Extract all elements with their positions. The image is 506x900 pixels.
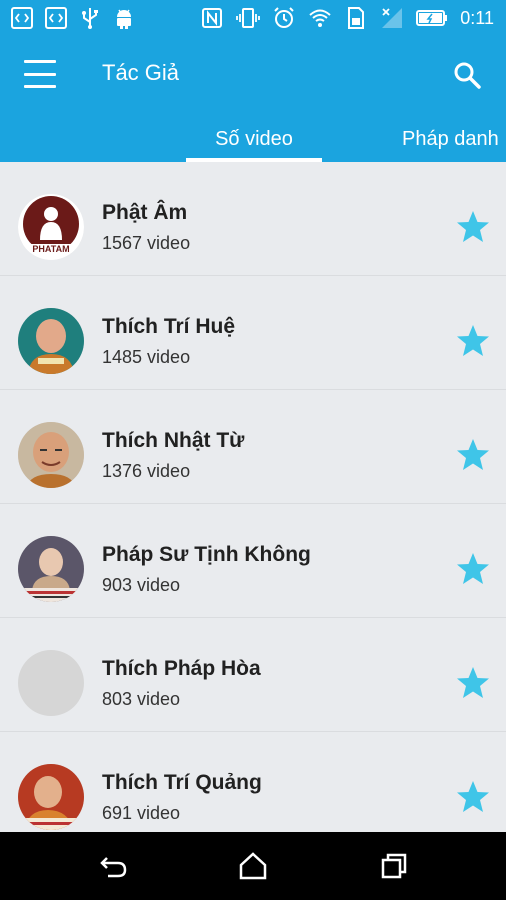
code-icon <box>44 6 68 30</box>
code-icon <box>10 6 34 30</box>
svg-text:PHATAM: PHATAM <box>32 244 69 254</box>
wifi-icon <box>308 6 332 30</box>
star-icon[interactable] <box>456 210 490 244</box>
video-count: 803 video <box>102 689 181 709</box>
nfc-icon <box>200 6 224 30</box>
video-count: 691 video <box>102 803 181 823</box>
star-icon[interactable] <box>456 438 490 472</box>
video-count: 903 video <box>102 575 181 595</box>
video-count: 1485 video <box>102 347 191 367</box>
author-name: Thích Trí Quảng <box>102 771 262 794</box>
list-item[interactable]: Thích Pháp Hòa 803 video <box>0 618 506 732</box>
author-name: Pháp Sư Tịnh Không <box>102 543 311 566</box>
avatar: PHATAM <box>18 194 84 260</box>
author-name: Phật Âm <box>102 201 188 224</box>
battery-icon <box>416 6 448 30</box>
sim-icon <box>344 6 368 30</box>
status-left-icons <box>10 0 136 36</box>
usb-icon <box>78 6 102 30</box>
author-name: Thích Trí Huệ <box>102 315 236 338</box>
android-icon <box>112 6 136 30</box>
avatar <box>18 422 84 488</box>
star-icon[interactable] <box>456 666 490 700</box>
list-item[interactable]: Thích Trí Huệ 1485 video <box>0 276 506 390</box>
list-item[interactable]: Pháp Sư Tịnh Không 903 video <box>0 504 506 618</box>
alarm-icon <box>272 6 296 30</box>
list-item[interactable]: Thích Trí Quảng 691 video <box>0 732 506 832</box>
author-name: Thích Pháp Hòa <box>102 657 261 680</box>
vibrate-icon <box>236 6 261 30</box>
status-clock: 0:11 <box>460 7 494 28</box>
star-icon[interactable] <box>456 324 490 358</box>
tab-dharma-name[interactable]: Pháp danh <box>402 124 499 166</box>
home-icon[interactable] <box>237 850 269 882</box>
list-item[interactable]: PHATAM Phật Âm 1567 video <box>0 162 506 276</box>
list-item[interactable]: Thích Nhật Từ 1376 video <box>0 390 506 504</box>
star-icon[interactable] <box>456 780 490 814</box>
author-list: PHATAM Phật Âm 1567 video Thích Trí Huệ … <box>0 162 506 832</box>
tab-video-count[interactable]: Số video <box>186 124 322 162</box>
avatar <box>18 536 84 602</box>
app-bar: Tác Giả Số video Pháp danh <box>0 36 506 162</box>
back-icon[interactable] <box>98 850 130 882</box>
star-icon[interactable] <box>456 552 490 586</box>
recents-icon[interactable] <box>378 850 410 882</box>
author-name: Thích Nhật Từ <box>102 429 245 452</box>
page-title: Tác Giả <box>102 60 180 85</box>
video-count: 1376 video <box>102 461 191 481</box>
video-count: 1567 video <box>102 233 191 253</box>
search-icon[interactable] <box>452 60 482 90</box>
signal-icon <box>380 6 404 30</box>
avatar <box>18 764 84 830</box>
tab-bar: Số video Pháp danh <box>0 124 506 162</box>
avatar <box>18 650 84 716</box>
status-right-icons: 0:11 <box>200 0 494 36</box>
avatar <box>18 308 84 374</box>
status-bar: 0:11 <box>0 0 506 36</box>
menu-icon[interactable] <box>24 60 56 88</box>
navigation-bar <box>0 832 506 900</box>
